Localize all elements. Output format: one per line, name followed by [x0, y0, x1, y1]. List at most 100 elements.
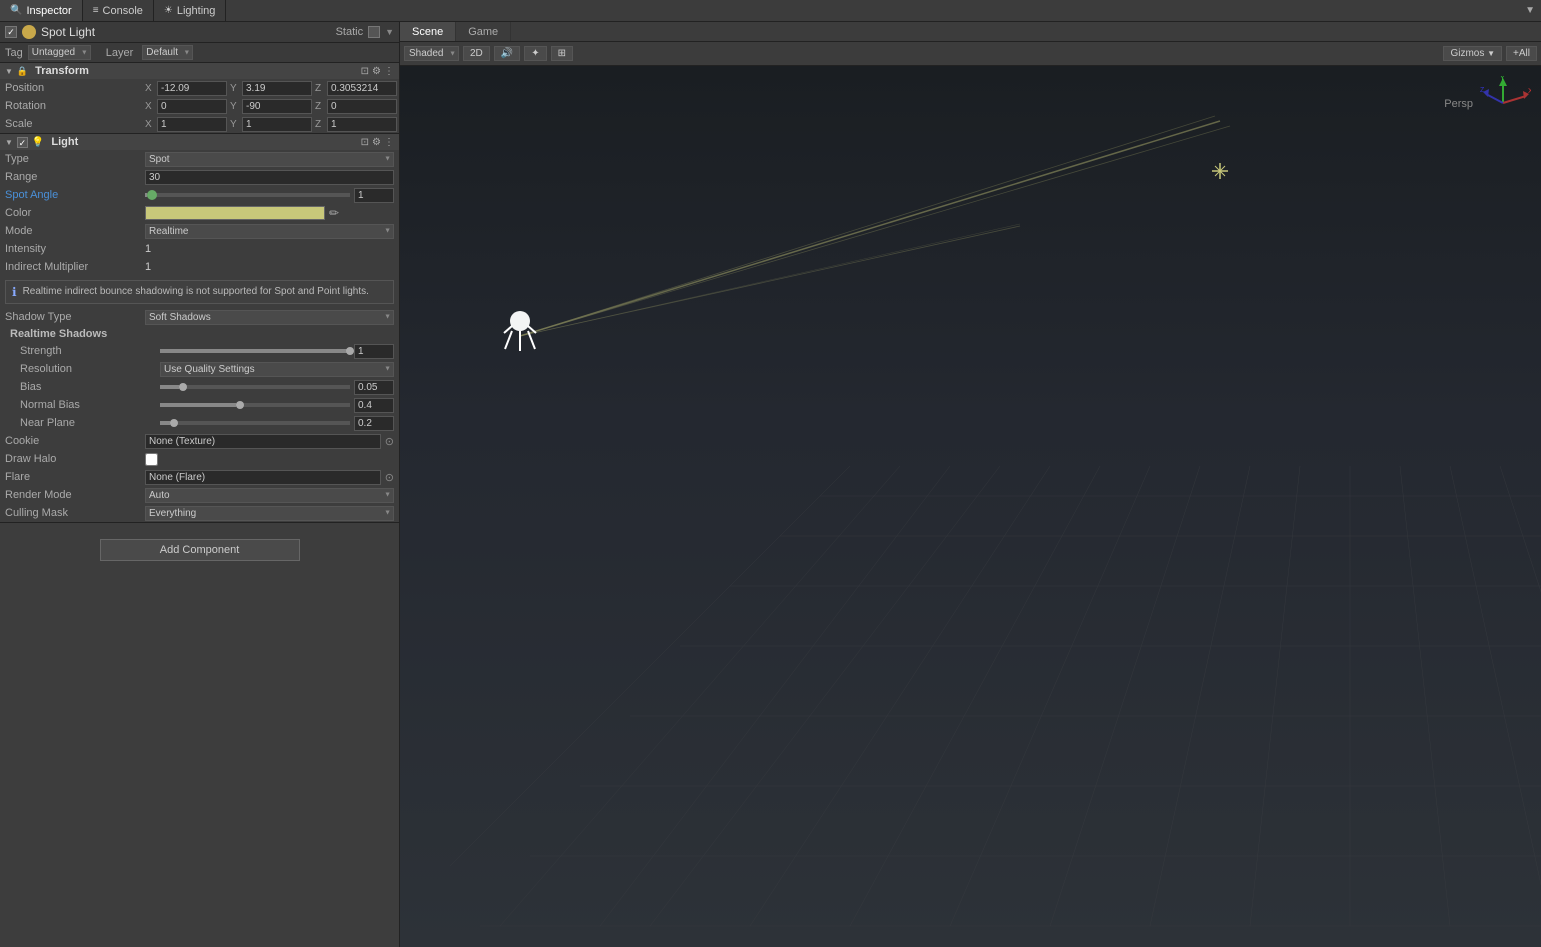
color-swatch[interactable] — [145, 206, 325, 220]
layer-dropdown[interactable]: Default — [142, 45, 193, 60]
inspector-panel: Spot Light Static ▼ Tag Untagged Layer D… — [0, 22, 400, 947]
near-plane-slider[interactable] — [160, 421, 350, 425]
normal-bias-value[interactable] — [354, 398, 394, 413]
position-row: Position X Y Z — [0, 79, 399, 97]
eyedropper-icon[interactable]: ✏ — [329, 206, 339, 220]
game-tab-label: Game — [468, 26, 498, 38]
scene-background[interactable]: Y X Z Persp — [400, 66, 1541, 947]
flare-select-btn[interactable]: ⊙ — [385, 471, 394, 484]
cookie-input[interactable] — [145, 434, 381, 449]
static-checkbox[interactable] — [368, 26, 380, 38]
pos-y-input[interactable] — [242, 81, 312, 96]
render-mode-dropdown-wrapper[interactable]: Auto — [145, 488, 394, 503]
light-preset-btn[interactable]: ⊡ — [361, 137, 369, 148]
type-label: Type — [5, 153, 145, 165]
gizmos-dropdown-icon: ▼ — [1487, 49, 1495, 58]
range-label: Range — [5, 171, 145, 183]
normal-bias-slider[interactable] — [160, 403, 350, 407]
shadow-type-dropdown-wrapper[interactable]: Soft Shadows — [145, 310, 394, 325]
lighting-tab-label: Lighting — [177, 5, 216, 17]
shading-dropdown[interactable]: Shaded — [404, 46, 459, 61]
spot-angle-value[interactable] — [354, 188, 394, 203]
rotation-xyz: X Y Z — [145, 99, 397, 114]
axis-gizmo[interactable]: Y X Z — [1476, 76, 1531, 131]
cookie-row: Cookie ⊙ — [0, 432, 399, 450]
strength-label: Strength — [20, 345, 160, 357]
pos-z-input[interactable] — [327, 81, 397, 96]
type-dropdown[interactable]: Spot — [145, 152, 394, 167]
light-settings-btn[interactable]: ⚙ — [372, 137, 381, 148]
all-btn[interactable]: +All — [1506, 46, 1537, 61]
tag-dropdown-wrapper[interactable]: Untagged — [28, 45, 91, 60]
light-menu-btn[interactable]: ⋮ — [384, 137, 394, 148]
mode-row: Mode Realtime — [0, 222, 399, 240]
scale-x-input[interactable] — [157, 117, 227, 132]
spot-angle-label: Spot Angle — [5, 189, 145, 201]
scene-extra-btn[interactable]: ⊞ — [551, 46, 573, 61]
light-actions: ⊡ ⚙ ⋮ — [361, 137, 394, 148]
panel-close-button[interactable]: ▼ — [1519, 0, 1541, 21]
scale-x-field: X — [145, 117, 227, 132]
culling-mask-dropdown-wrapper[interactable]: Everything — [145, 506, 394, 521]
svg-text:X: X — [1528, 88, 1531, 95]
gizmos-btn[interactable]: Gizmos ▼ — [1443, 46, 1502, 61]
transform-header[interactable]: ▼ 🔒 Transform ⊡ ⚙ ⋮ — [0, 63, 399, 79]
range-input[interactable] — [145, 170, 394, 185]
draw-halo-checkbox[interactable] — [145, 453, 158, 466]
near-plane-value[interactable] — [354, 416, 394, 431]
tab-game[interactable]: Game — [456, 22, 511, 41]
cookie-select-btn[interactable]: ⊙ — [385, 435, 394, 448]
culling-mask-dropdown[interactable]: Everything — [145, 506, 394, 521]
mode-dropdown[interactable]: Realtime — [145, 224, 394, 239]
shadow-type-label: Shadow Type — [5, 311, 145, 323]
tab-console[interactable]: ≡ Console — [83, 0, 154, 21]
rot-y-input[interactable] — [242, 99, 312, 114]
rot-z-input[interactable] — [327, 99, 397, 114]
transform-title: Transform — [35, 65, 357, 77]
scale-y-input[interactable] — [242, 117, 312, 132]
indirect-mult-label: Indirect Multiplier — [5, 261, 145, 273]
object-enabled-checkbox[interactable] — [5, 26, 17, 38]
resolution-dropdown-wrapper[interactable]: Use Quality Settings — [160, 362, 394, 377]
tab-lighting[interactable]: ☀ Lighting — [154, 0, 227, 21]
resolution-dropdown[interactable]: Use Quality Settings — [160, 362, 394, 377]
transform-menu-btn[interactable]: ⋮ — [384, 66, 394, 77]
type-row: Type Spot — [0, 150, 399, 168]
type-dropdown-wrapper[interactable]: Spot — [145, 152, 394, 167]
transform-preset-btn[interactable]: ⊡ — [361, 66, 369, 77]
render-mode-dropdown[interactable]: Auto — [145, 488, 394, 503]
bias-slider[interactable] — [160, 385, 350, 389]
layer-label: Layer — [106, 47, 134, 59]
tag-dropdown[interactable]: Untagged — [28, 45, 91, 60]
static-dropdown-arrow[interactable]: ▼ — [385, 27, 394, 37]
strength-value[interactable] — [354, 344, 394, 359]
light-enabled-checkbox[interactable] — [17, 137, 28, 148]
strength-slider[interactable] — [160, 349, 350, 353]
scale-xyz: X Y Z — [145, 117, 397, 132]
console-icon: ≡ — [93, 5, 99, 16]
all-label: +All — [1513, 48, 1530, 59]
layer-dropdown-wrapper[interactable]: Default — [142, 45, 193, 60]
tab-scene[interactable]: Scene — [400, 22, 456, 41]
2d-toggle-btn[interactable]: 2D — [463, 46, 490, 61]
bias-value[interactable] — [354, 380, 394, 395]
flare-input[interactable] — [145, 470, 381, 485]
bias-label: Bias — [20, 381, 160, 393]
spot-angle-slider[interactable] — [145, 193, 350, 197]
mode-dropdown-wrapper[interactable]: Realtime — [145, 224, 394, 239]
scale-z-input[interactable] — [327, 117, 397, 132]
add-component-button[interactable]: Add Component — [100, 539, 300, 561]
rot-x-input[interactable] — [157, 99, 227, 114]
audio-btn[interactable]: 🔊 — [494, 46, 520, 61]
color-label: Color — [5, 207, 145, 219]
static-label: Static — [336, 26, 364, 38]
pos-x-input[interactable] — [157, 81, 227, 96]
shading-dropdown-wrapper[interactable]: Shaded — [404, 46, 459, 61]
effects-btn[interactable]: ✦ — [524, 46, 546, 61]
tab-inspector[interactable]: 🔍 Inspector — [0, 0, 83, 21]
near-plane-row: Near Plane — [0, 414, 399, 432]
svg-text:Y: Y — [1500, 76, 1505, 82]
transform-settings-btn[interactable]: ⚙ — [372, 66, 381, 77]
light-header[interactable]: ▼ 💡 Light ⊡ ⚙ ⋮ — [0, 134, 399, 150]
shadow-type-dropdown[interactable]: Soft Shadows — [145, 310, 394, 325]
